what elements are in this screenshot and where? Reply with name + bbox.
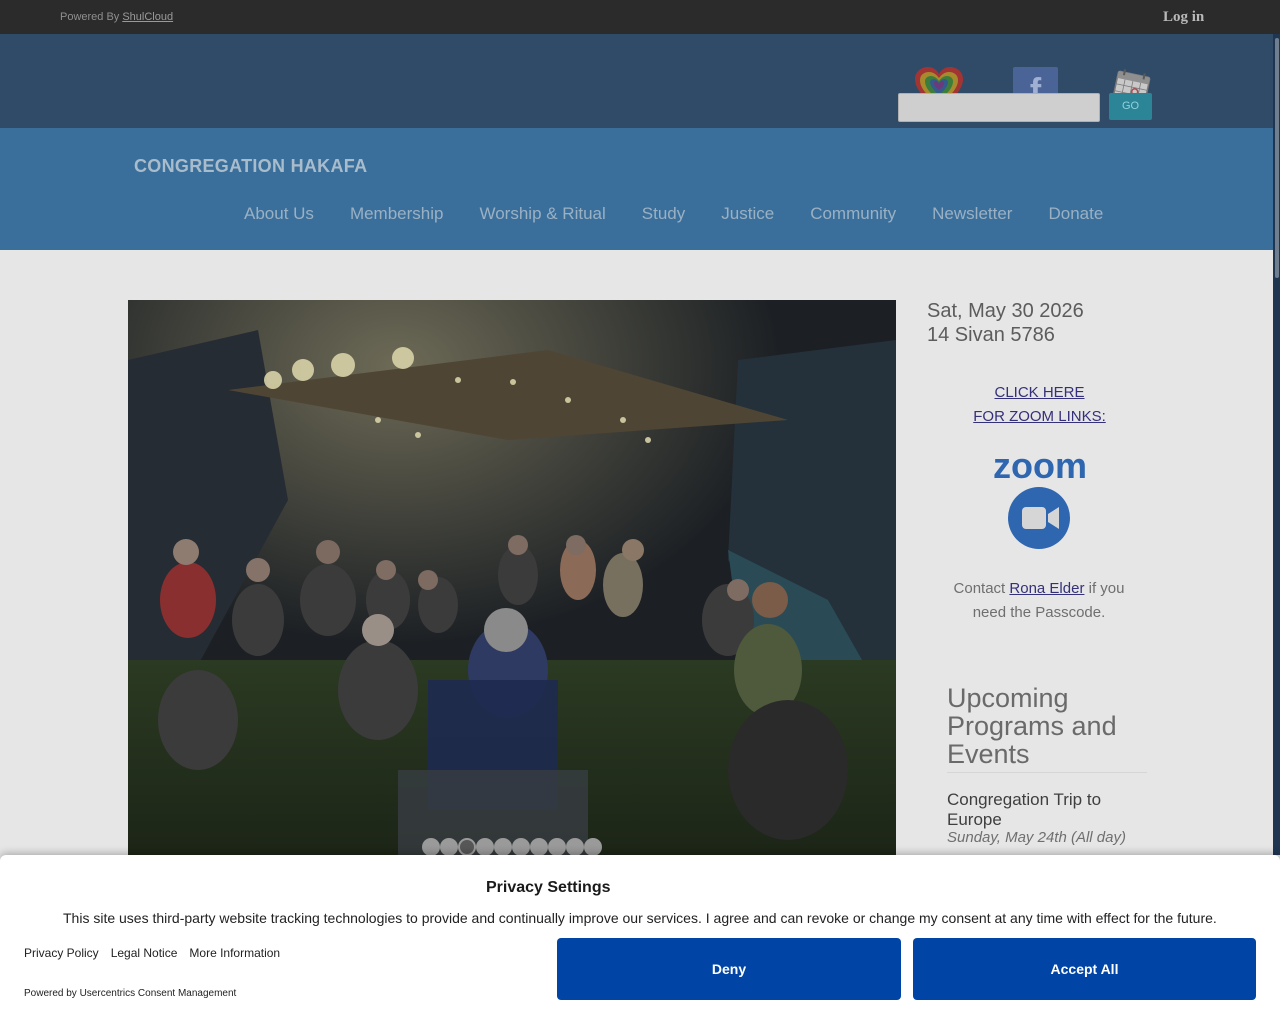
nav-donate[interactable]: Donate: [1030, 204, 1121, 228]
consent-title: Privacy Settings: [486, 879, 611, 896]
search-input[interactable]: [898, 93, 1100, 122]
event-date: Sunday, May 24th (All day): [947, 829, 1126, 846]
legal-notice-link[interactable]: Legal Notice: [111, 946, 178, 960]
hero-slider[interactable]: [128, 300, 896, 855]
privacy-consent-banner: Privacy Settings This site uses third-pa…: [0, 855, 1280, 1024]
slider-dot-active[interactable]: [458, 838, 476, 856]
hebrew-date: 14 Sivan 5786: [927, 324, 1055, 346]
event-title-link[interactable]: Congregation Trip to Europe: [947, 790, 1147, 830]
zoom-link-line2[interactable]: FOR ZOOM LINKS:: [927, 405, 1152, 429]
search-go-button[interactable]: GO: [1109, 93, 1152, 120]
header-utility-bar: f GO: [0, 34, 1280, 128]
more-information-link[interactable]: More Information: [189, 946, 280, 960]
shulcloud-link[interactable]: ShulCloud: [122, 11, 173, 23]
nav-about-us[interactable]: About Us: [226, 204, 332, 228]
zoom-links-link[interactable]: CLICK HERE FOR ZOOM LINKS:: [927, 381, 1152, 429]
usercentrics-powered: Powered by Usercentrics Consent Manageme…: [24, 988, 237, 999]
contact-prefix: Contact: [953, 580, 1006, 597]
scrollbar-thumb[interactable]: [1275, 38, 1279, 278]
slide-photo: [128, 300, 896, 855]
site-title[interactable]: CONGREGATION HAKAFA: [134, 156, 367, 177]
zoom-logo-icon[interactable]: zoom: [980, 448, 1100, 550]
powered-by: Powered By ShulCloud: [60, 11, 173, 23]
zoom-logo-text: zoom: [993, 448, 1087, 486]
accept-all-button[interactable]: Accept All: [913, 938, 1256, 1000]
header-main: CONGREGATION HAKAFA About Us Membership …: [0, 128, 1280, 250]
nav-justice[interactable]: Justice: [703, 204, 792, 228]
consent-text: This site uses third-party website track…: [63, 910, 1217, 926]
nav-newsletter[interactable]: Newsletter: [914, 204, 1030, 228]
powered-by-label: Powered By: [60, 11, 120, 23]
slider-dot[interactable]: [476, 838, 494, 856]
contact-name-link[interactable]: Rona Elder: [1009, 580, 1084, 597]
top-bar: Powered By ShulCloud Log in: [0, 0, 1280, 34]
consent-links: Privacy Policy Legal Notice More Informa…: [24, 946, 280, 960]
nav-membership[interactable]: Membership: [332, 204, 462, 228]
slider-dot[interactable]: [530, 838, 548, 856]
passcode-contact: Contact Rona Elder if you need the Passc…: [940, 577, 1138, 625]
slider-dot[interactable]: [422, 838, 440, 856]
events-divider: [947, 772, 1147, 773]
privacy-policy-link[interactable]: Privacy Policy: [24, 946, 99, 960]
deny-button[interactable]: Deny: [557, 938, 901, 1000]
slider-dot[interactable]: [494, 838, 512, 856]
slider-dot[interactable]: [512, 838, 530, 856]
gregorian-date: Sat, May 30 2026: [927, 300, 1084, 322]
nav-community[interactable]: Community: [792, 204, 914, 228]
slider-dot[interactable]: [548, 838, 566, 856]
upcoming-events-heading: Upcoming Programs and Events: [947, 683, 1117, 769]
slider-dot[interactable]: [566, 838, 584, 856]
zoom-link-line1[interactable]: CLICK HERE: [927, 381, 1152, 405]
slider-dot[interactable]: [440, 838, 458, 856]
nav-worship-ritual[interactable]: Worship & Ritual: [461, 204, 623, 228]
nav-study[interactable]: Study: [624, 204, 703, 228]
slider-dot[interactable]: [584, 838, 602, 856]
login-link[interactable]: Log in: [1163, 9, 1204, 26]
slider-pagination: [422, 838, 602, 856]
main-nav: About Us Membership Worship & Ritual Stu…: [226, 204, 1121, 228]
